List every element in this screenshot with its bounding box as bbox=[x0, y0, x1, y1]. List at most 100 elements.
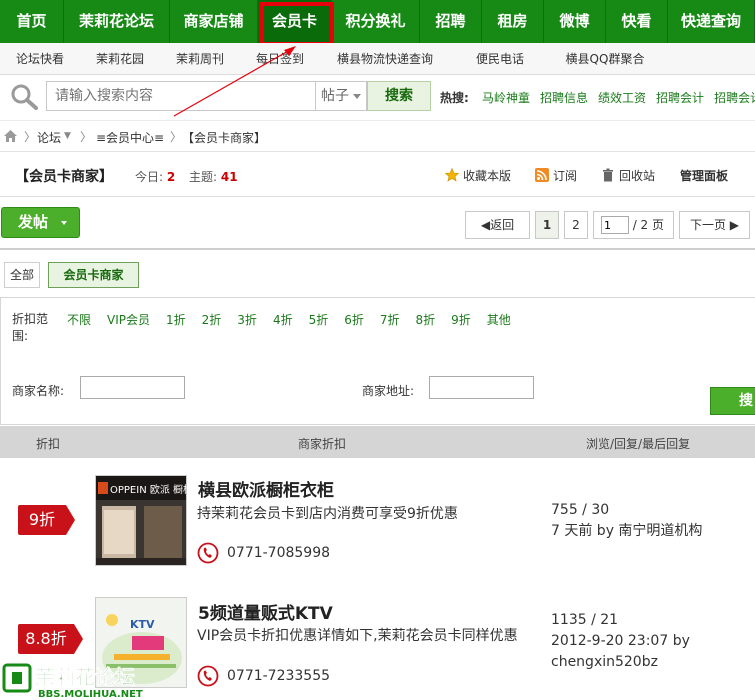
page-total: / 2 页 bbox=[632, 218, 664, 232]
discount-option[interactable]: 1折 bbox=[166, 311, 186, 328]
subnav-item[interactable]: 横县物流快递查询 bbox=[320, 43, 450, 75]
shop-address-input[interactable] bbox=[429, 376, 534, 399]
last-reply[interactable]: 2012-9-20 23:07 by bbox=[551, 631, 690, 652]
topics-count: 41 bbox=[220, 170, 238, 184]
shop-search-button[interactable]: 搜索 bbox=[710, 387, 755, 415]
discount-option[interactable]: 9折 bbox=[451, 311, 471, 328]
column-header-shop: 商家折扣 bbox=[298, 437, 347, 451]
favorite-link[interactable]: 收藏本版 bbox=[445, 167, 511, 184]
post-label: 发帖 bbox=[18, 213, 49, 231]
discount-option[interactable]: 5折 bbox=[309, 311, 329, 328]
subnav-item[interactable]: 便民电话 bbox=[450, 43, 550, 75]
star-icon bbox=[445, 168, 459, 182]
discount-badge: 8.8折 bbox=[18, 624, 83, 654]
recycle-bin-link[interactable]: 回收站 bbox=[601, 167, 655, 184]
back-button[interactable]: ◀返回 bbox=[465, 211, 530, 239]
shop-description: VIP会员卡折扣优惠详情如下,茉莉花会员卡同样优惠 bbox=[197, 628, 518, 644]
discount-options: 不限 VIP会员 1折 2折 3折 4折 5折 6折 7折 8折 9折 其他 bbox=[67, 311, 527, 328]
shop-name-input[interactable] bbox=[80, 376, 185, 399]
shop-thumbnail[interactable]: OPPEIN 欧派 橱柜 bbox=[95, 475, 187, 566]
page-1-button[interactable]: 1 bbox=[535, 211, 559, 239]
discount-option[interactable]: 8折 bbox=[416, 311, 436, 328]
next-page-button[interactable]: 下一页 ▶ bbox=[679, 211, 750, 239]
nav-item[interactable]: 首页 bbox=[0, 0, 64, 43]
recycle-bin-label: 回收站 bbox=[619, 169, 656, 183]
search-bar: 帖子 搜索 热搜: 马岭神童 招聘信息 绩效工资 招聘会计 招聘会计 bbox=[0, 76, 755, 118]
chevron-down-icon bbox=[61, 221, 67, 225]
discount-option[interactable]: 其他 bbox=[487, 311, 511, 328]
nav-item[interactable]: 租房 bbox=[482, 0, 544, 43]
discount-filter-panel: 折扣范围: 不限 VIP会员 1折 2折 3折 4折 5折 6折 7折 8折 9折 其他 商家名称: … bbox=[0, 297, 755, 425]
page-number-input[interactable] bbox=[601, 216, 629, 234]
column-header-stats: 浏览/回复/最后回复 bbox=[586, 437, 691, 451]
favorite-label: 收藏本版 bbox=[463, 169, 512, 183]
hot-link[interactable]: 绩效工资 bbox=[598, 89, 646, 106]
table-row: 9折 OPPEIN 欧派 橱柜 横县欧派橱柜衣柜 持茉莉花会员卡到店内消费可享受… bbox=[0, 459, 755, 604]
shop-photo-icon: OPPEIN 欧派 橱柜 bbox=[96, 476, 187, 565]
nav-item[interactable]: 快递查询 bbox=[668, 0, 755, 43]
discount-option[interactable]: 2折 bbox=[202, 311, 222, 328]
hot-link[interactable]: 马岭神童 bbox=[482, 89, 530, 106]
subnav-item[interactable]: 茉莉花园 bbox=[80, 43, 160, 75]
discount-option[interactable]: 6折 bbox=[344, 311, 364, 328]
rss-icon bbox=[535, 168, 549, 182]
nav-item[interactable]: 招聘 bbox=[420, 0, 482, 43]
home-icon[interactable] bbox=[3, 129, 18, 143]
today-stat: 今日: 2 bbox=[135, 168, 175, 185]
shop-name[interactable]: 5频道量贩式KTV bbox=[198, 599, 333, 624]
search-input[interactable] bbox=[46, 81, 316, 111]
phone-number: 0771-7085998 bbox=[227, 545, 331, 561]
last-reply-user[interactable]: chengxin520bz bbox=[551, 652, 658, 673]
search-type-select[interactable]: 帖子 bbox=[315, 81, 367, 111]
hot-search-links: 马岭神童 招聘信息 绩效工资 招聘会计 招聘会计 bbox=[482, 89, 755, 106]
breadcrumb-separator: 〉 bbox=[80, 130, 93, 144]
shop-name[interactable]: 横县欧派橱柜衣柜 bbox=[198, 476, 334, 501]
subscribe-label: 订阅 bbox=[553, 169, 578, 183]
discount-option[interactable]: VIP会员 bbox=[107, 311, 150, 328]
topics-label: 主题: bbox=[189, 170, 218, 184]
hot-link[interactable]: 招聘会计 bbox=[714, 89, 755, 106]
oppein-sign-text: OPPEIN 欧派 橱柜 bbox=[110, 483, 187, 496]
breadcrumb-separator: 〉 bbox=[24, 130, 37, 144]
watermark-url: BBS.MOLIHUA.NET bbox=[38, 689, 143, 700]
discount-option[interactable]: 4折 bbox=[273, 311, 293, 328]
phone-number: 0771-7233555 bbox=[227, 668, 331, 684]
subscribe-link[interactable]: 订阅 bbox=[535, 167, 577, 184]
subnav-item[interactable]: 每日签到 bbox=[240, 43, 320, 75]
hot-link[interactable]: 招聘会计 bbox=[656, 89, 704, 106]
post-button[interactable]: 发帖 bbox=[1, 207, 80, 238]
nav-item[interactable]: 茉莉花论坛 bbox=[64, 0, 170, 43]
table-header: 折扣 商家折扣 浏览/回复/最后回复 bbox=[0, 426, 755, 458]
admin-panel-link[interactable]: 管理面板 bbox=[680, 167, 728, 184]
nav-item[interactable]: 微博 bbox=[544, 0, 606, 43]
search-button[interactable]: 搜索 bbox=[367, 81, 431, 111]
nav-item[interactable]: 商家店铺 bbox=[170, 0, 258, 43]
discount-option[interactable]: 7折 bbox=[380, 311, 400, 328]
board-title: 【会员卡商家】 bbox=[15, 169, 113, 185]
subnav-item[interactable]: 茉莉周刊 bbox=[160, 43, 240, 75]
top-nav: 首页 茉莉花论坛 商家店铺 会员卡 积分换礼 招聘 租房 微博 快看 快递查询 bbox=[0, 0, 755, 43]
sub-nav: 论坛快看 茉莉花园 茉莉周刊 每日签到 横县物流快递查询 便民电话 横县QQ群聚合 bbox=[0, 43, 755, 75]
watermark-name: 茉莉花论坛 bbox=[35, 665, 135, 689]
discount-option[interactable]: 不限 bbox=[67, 311, 91, 328]
subnav-item[interactable]: 横县QQ群聚合 bbox=[550, 43, 660, 75]
nav-item[interactable]: 快看 bbox=[606, 0, 668, 43]
nav-item[interactable]: 积分换礼 bbox=[332, 0, 420, 43]
discount-badge: 9折 bbox=[18, 505, 75, 535]
phone-icon bbox=[197, 542, 219, 564]
breadcrumb-forum[interactable]: 论坛 bbox=[37, 129, 61, 146]
hot-link[interactable]: 招聘信息 bbox=[540, 89, 588, 106]
discount-option[interactable]: 3折 bbox=[237, 311, 257, 328]
site-watermark-logo: 茉莉花论坛 BBS.MOLIHUA.NET bbox=[2, 663, 143, 700]
search-type-label: 帖子 bbox=[321, 88, 349, 104]
shop-address-label: 商家地址: bbox=[362, 384, 415, 398]
breadcrumb-member-center[interactable]: ≡会员中心≡ bbox=[96, 129, 164, 146]
filter-tab-all[interactable]: 全部 bbox=[4, 262, 40, 288]
filter-tab-member-card[interactable]: 会员卡商家 bbox=[48, 262, 139, 288]
ktv-sign-text: KTV bbox=[130, 618, 155, 631]
last-reply[interactable]: 7 天前 by 南宁明道机构 bbox=[551, 521, 702, 542]
subnav-item[interactable]: 论坛快看 bbox=[0, 43, 80, 75]
page-2-button[interactable]: 2 bbox=[564, 211, 588, 239]
trash-icon bbox=[603, 168, 613, 182]
views-replies: 1135 / 21 bbox=[551, 612, 619, 628]
